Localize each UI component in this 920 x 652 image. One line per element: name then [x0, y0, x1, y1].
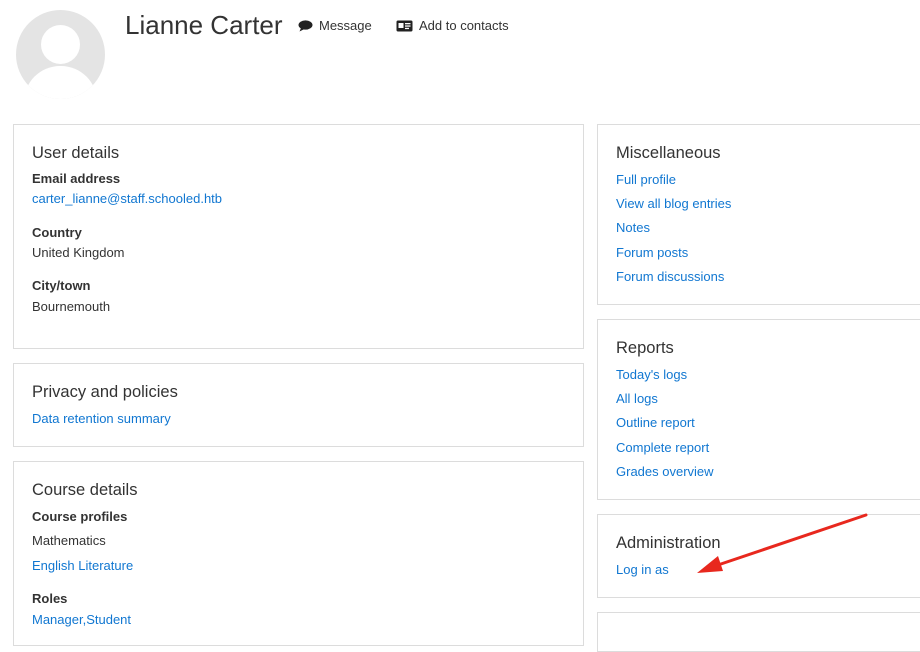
- course-link-english-literature[interactable]: English Literature: [32, 558, 133, 574]
- data-retention-link[interactable]: Data retention summary: [32, 411, 171, 427]
- email-link[interactable]: carter_lianne@staff.schooled.htb: [32, 191, 222, 207]
- user-details-title: User details: [32, 144, 120, 162]
- miscellaneous-title: Miscellaneous: [616, 144, 721, 162]
- forum-posts-link[interactable]: Forum posts: [616, 245, 688, 261]
- avatar-body-shape: [24, 66, 97, 99]
- reports-card: Reports Today's logs All logs Outline re…: [597, 319, 920, 500]
- course-profiles-label: Course profiles: [32, 509, 128, 524]
- reports-title: Reports: [616, 339, 674, 357]
- roles-label: Roles: [32, 591, 68, 606]
- roles-value[interactable]: Manager,Student: [32, 612, 131, 628]
- privacy-title: Privacy and policies: [32, 383, 178, 401]
- full-profile-link[interactable]: Full profile: [616, 172, 676, 188]
- city-value: Bournemouth: [32, 299, 111, 314]
- miscellaneous-card: Miscellaneous Full profile View all blog…: [597, 124, 920, 305]
- notes-link[interactable]: Notes: [616, 220, 650, 236]
- country-label: Country: [32, 225, 82, 240]
- complete-report-link[interactable]: Complete report: [616, 440, 709, 456]
- todays-logs-link[interactable]: Today's logs: [616, 367, 687, 383]
- grades-overview-link[interactable]: Grades overview: [616, 464, 714, 480]
- address-card-icon: [396, 20, 413, 31]
- user-details-card: User details Email address carter_lianne…: [13, 124, 584, 349]
- outline-report-link[interactable]: Outline report: [616, 415, 695, 431]
- city-label: City/town: [32, 278, 91, 293]
- profile-name: Lianne Carter: [125, 10, 283, 40]
- message-button[interactable]: Message: [298, 18, 372, 33]
- user-avatar: [16, 10, 105, 99]
- add-to-contacts-label: Add to contacts: [419, 18, 509, 33]
- blog-entries-link[interactable]: View all blog entries: [616, 196, 731, 212]
- add-to-contacts-button[interactable]: Add to contacts: [396, 18, 509, 33]
- forum-discussions-link[interactable]: Forum discussions: [616, 269, 724, 285]
- log-in-as-link[interactable]: Log in as: [616, 562, 669, 578]
- course-item-mathematics: Mathematics: [32, 533, 106, 548]
- administration-card: Administration Log in as: [597, 514, 920, 598]
- course-details-card: Course details Course profiles Mathemati…: [13, 461, 584, 646]
- next-card-partial: [597, 612, 920, 652]
- email-label: Email address: [32, 171, 121, 186]
- speech-bubble-icon: [298, 19, 313, 31]
- avatar-head-shape: [41, 25, 80, 64]
- all-logs-link[interactable]: All logs: [616, 391, 658, 407]
- privacy-card: Privacy and policies Data retention summ…: [13, 363, 584, 447]
- administration-title: Administration: [616, 534, 721, 552]
- course-details-title: Course details: [32, 481, 138, 499]
- country-value: United Kingdom: [32, 245, 125, 260]
- message-label: Message: [319, 18, 372, 33]
